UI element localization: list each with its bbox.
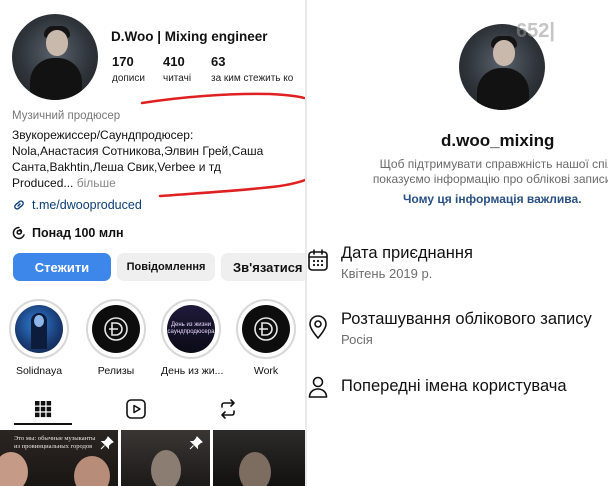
notice-line: Щоб підтримувати справжність нашої спіл: [379, 157, 608, 171]
post-tile[interactable]: [121, 430, 210, 486]
former-usernames-row[interactable]: Попередні імена користувача: [307, 372, 608, 402]
former-usernames-title: Попередні імена користувача: [341, 377, 567, 395]
highlight-releases[interactable]: Релизы: [86, 299, 146, 377]
tab-reels[interactable]: [121, 395, 151, 423]
why-important-link[interactable]: Чому ця інформація важлива.: [403, 192, 582, 206]
date-joined-row: Дата приєднання Квітень 2019 р.: [307, 240, 608, 284]
highlight-work[interactable]: Work: [236, 299, 296, 377]
overlay-line: из провинциальных городов: [14, 443, 93, 450]
post-overlay-text: Это мы: обычные музыканты из провинциаль…: [14, 435, 95, 451]
account-location-title: Розташування облікового запису: [341, 310, 592, 328]
threads-count: Понад 100 млн: [32, 226, 124, 240]
highlight-label: Solidnaya: [15, 365, 63, 377]
account-location-row: Розташування облікового запису Росія: [307, 308, 608, 352]
account-location-value: Росія: [341, 332, 373, 347]
link-icon: [14, 200, 24, 210]
highlight-solidnaya[interactable]: Solidnaya: [9, 299, 69, 377]
bio-line: Produced... більше: [12, 175, 302, 191]
highlight-day-in-life[interactable]: День из жизни саундпродюсера День из жи.…: [161, 299, 224, 377]
profile-avatar[interactable]: [12, 14, 98, 100]
highlight-photo: [15, 305, 63, 353]
bio-line-text: Produced...: [12, 176, 74, 190]
instagram-profile-panel: D.Woo | Mixing engineer 170 дописи 410 ч…: [0, 0, 305, 486]
cover-line: саундпродюсера: [167, 329, 215, 335]
follow-button[interactable]: Стежити: [13, 253, 111, 281]
highlight-label: Релизы: [97, 365, 135, 377]
highlight-label: День из жи...: [161, 365, 224, 377]
bio-line: Санта,Bakhtin,Леша Свик,Verbee и тд: [12, 160, 221, 174]
tab-grid[interactable]: [28, 395, 58, 423]
profile-category: Музичний продюсер: [12, 110, 121, 122]
bio-line: Nola,Анастасия Сотникова,Элвин Грей,Саша: [12, 144, 264, 158]
post-tile[interactable]: [213, 430, 305, 486]
date-joined-title: Дата приєднання: [341, 244, 473, 262]
authenticity-notice: Щоб підтримувати справжність нашої спіл …: [347, 157, 608, 187]
profile-link[interactable]: t.me/dwooproduced: [12, 198, 142, 212]
bio-more-link[interactable]: більше: [73, 176, 116, 190]
d-logo-icon: [104, 317, 128, 341]
pin-icon: [100, 436, 114, 450]
following-count[interactable]: 63 за ким стежить ко: [211, 54, 293, 84]
following-label: за ким стежить ко: [211, 73, 294, 84]
highlight-cover-text: День из жизни саундпродюсера: [168, 322, 215, 336]
reels-icon: [126, 399, 146, 419]
grid-icon: [35, 401, 52, 418]
reposts-icon: [221, 399, 235, 419]
contact-button[interactable]: Зв'язатися: [221, 253, 305, 281]
d-logo-icon: [254, 317, 278, 341]
overlay-line: Это мы: обычные музыканты: [14, 435, 96, 442]
location-icon: [309, 315, 327, 340]
calendar-icon: [308, 249, 328, 271]
date-joined-value: Квітень 2019 р.: [341, 266, 433, 281]
message-button[interactable]: Повідомлення: [117, 253, 215, 281]
about-account-panel: 652| d.woo_mixing Щоб підтримувати справ…: [305, 0, 608, 486]
pin-icon: [189, 436, 203, 450]
posts-label: дописи: [112, 73, 145, 84]
notice-line: показуємо інформацію про облікові записи…: [372, 172, 608, 186]
profile-title: D.Woo | Mixing engineer: [111, 29, 268, 44]
person-icon: [308, 376, 328, 398]
tab-reposts[interactable]: [213, 395, 243, 423]
profile-bio: Звукорежиссер/Саундпродюсер: Nola,Анаста…: [12, 127, 302, 191]
posts-count: 170 дописи: [112, 54, 145, 84]
highlight-label: Work: [253, 365, 279, 377]
bio-line: Звукорежиссер/Саундпродюсер:: [12, 128, 194, 142]
watermark: 652|: [516, 20, 555, 42]
cover-line: День из жизни: [170, 322, 212, 328]
following-value: 63: [211, 54, 226, 69]
account-handle: d.woo_mixing: [441, 131, 555, 150]
followers-label: читачі: [163, 73, 192, 84]
profile-tabs: [0, 395, 305, 425]
followers-value: 410: [163, 54, 185, 69]
active-tab-indicator: [14, 423, 72, 425]
threads-icon: [12, 226, 25, 240]
post-tile[interactable]: Это мы: обычные музыканты из провинциаль…: [0, 430, 118, 486]
followers-count[interactable]: 410 читачі: [163, 54, 191, 84]
posts-value: 170: [112, 54, 134, 69]
posts-grid: Это мы: обычные музыканты из провинциаль…: [0, 430, 305, 486]
threads-badge[interactable]: Понад 100 млн: [12, 226, 124, 240]
profile-link-text[interactable]: t.me/dwooproduced: [32, 198, 142, 212]
